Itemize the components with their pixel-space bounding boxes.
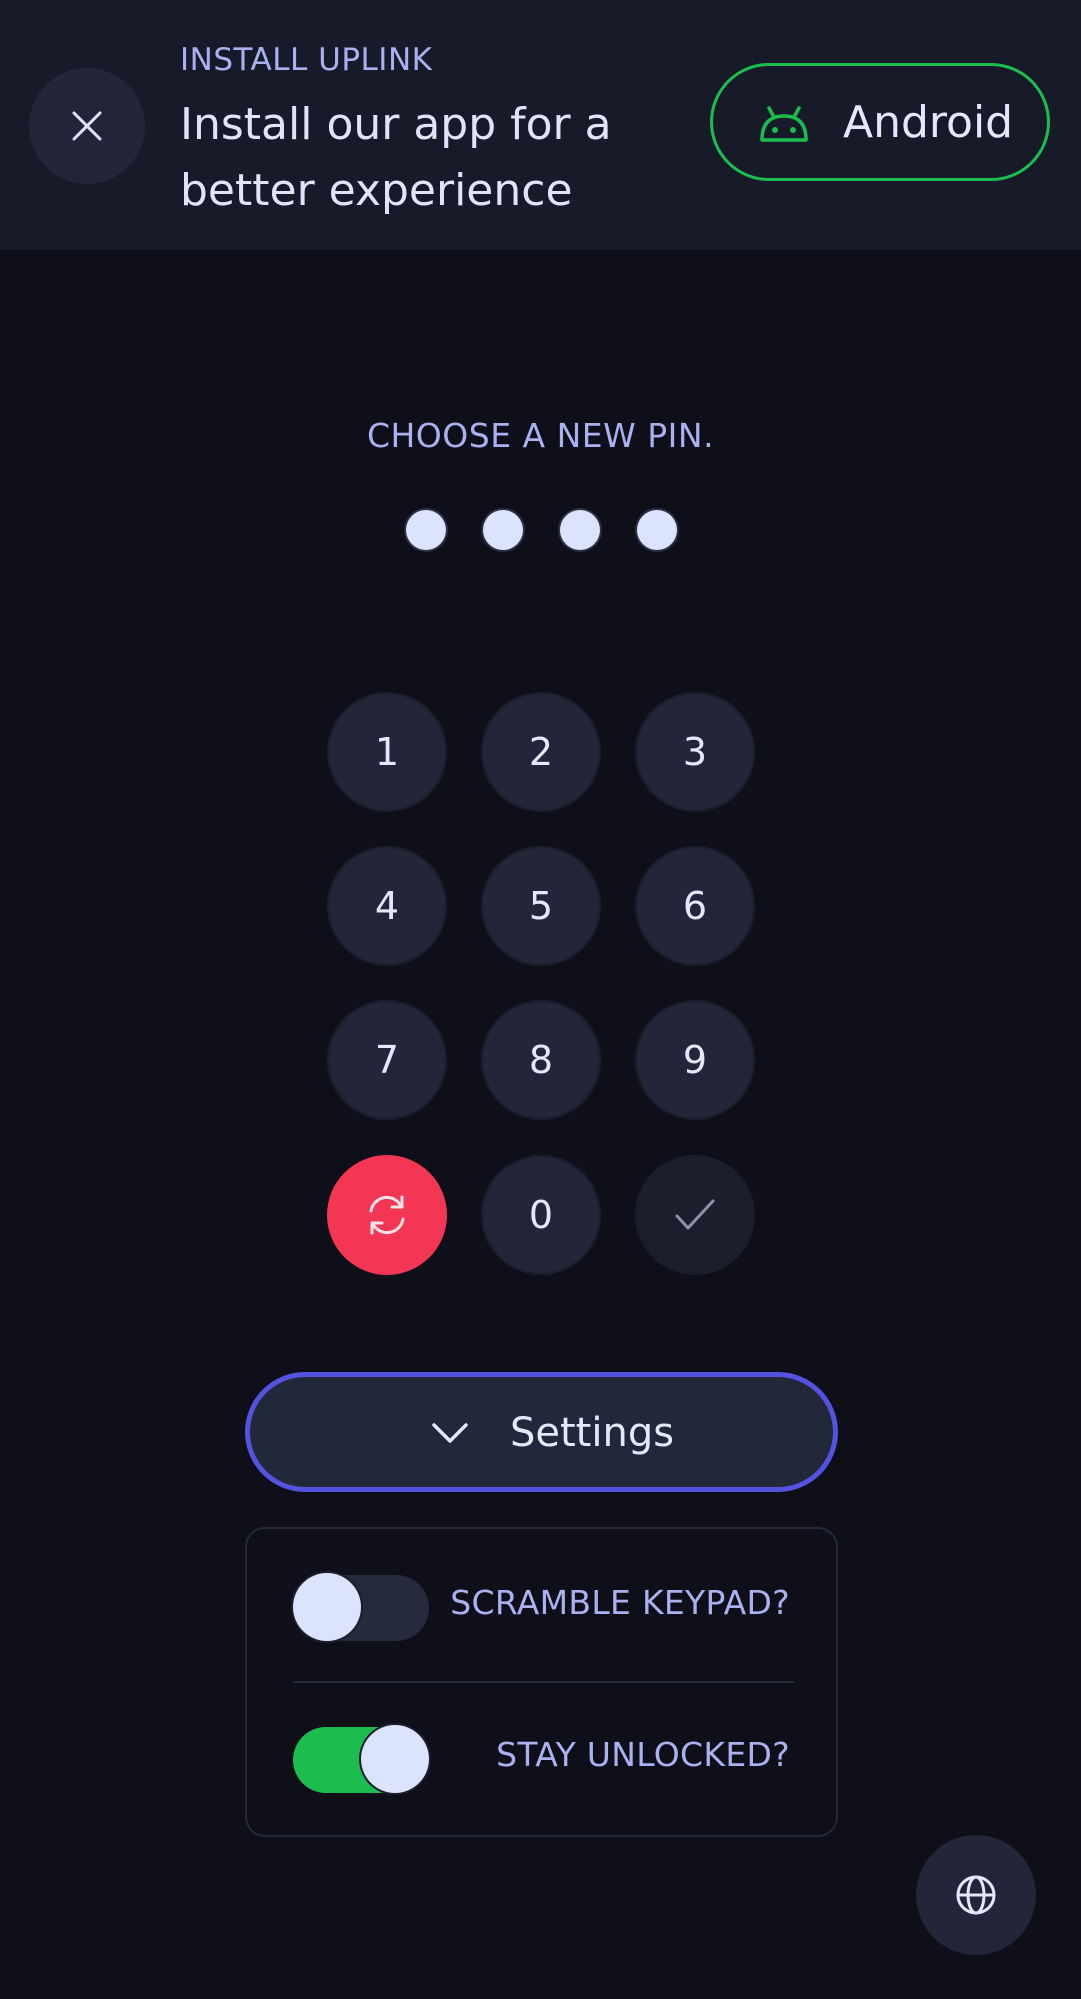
banner-eyebrow: INSTALL UPLINK (180, 42, 433, 78)
android-icon (760, 106, 808, 142)
confirm-pin-button[interactable] (635, 1155, 755, 1275)
globe-icon (956, 1875, 996, 1915)
scramble-keypad-toggle[interactable] (293, 1573, 429, 1641)
pin-dot (560, 510, 600, 550)
pin-dot (637, 510, 677, 550)
key-1[interactable]: 1 (327, 692, 447, 812)
settings-panel: SCRAMBLE KEYPAD? STAY UNLOCKED? (245, 1527, 838, 1837)
check-icon (675, 1199, 715, 1230)
key-9[interactable]: 9 (635, 1000, 755, 1120)
scramble-keypad-label: SCRAMBLE KEYPAD? (450, 1583, 790, 1622)
stay-unlocked-label: STAY UNLOCKED? (496, 1735, 790, 1774)
key-2[interactable]: 2 (481, 692, 601, 812)
key-6[interactable]: 6 (635, 846, 755, 966)
settings-button-label: Settings (510, 1410, 675, 1456)
key-4[interactable]: 4 (327, 846, 447, 966)
chevron-down-icon (432, 1423, 468, 1443)
toggle-knob (293, 1573, 361, 1641)
key-3[interactable]: 3 (635, 692, 755, 812)
pin-dot (483, 510, 523, 550)
android-button-label: Android (843, 97, 1014, 148)
close-icon (72, 111, 102, 141)
language-button[interactable] (916, 1835, 1036, 1955)
install-banner: INSTALL UPLINK Install our app for a bet… (0, 0, 1081, 250)
toggle-knob (361, 1725, 429, 1793)
settings-button[interactable]: Settings (245, 1372, 838, 1492)
close-banner-button[interactable] (29, 68, 145, 184)
banner-title: Install our app for a better experience (180, 99, 612, 216)
android-install-button[interactable]: Android (710, 63, 1050, 181)
refresh-icon (369, 1195, 405, 1235)
key-5[interactable]: 5 (481, 846, 601, 966)
key-0[interactable]: 0 (481, 1155, 601, 1275)
pin-dot (406, 510, 446, 550)
stay-unlocked-toggle[interactable] (293, 1725, 429, 1793)
key-7[interactable]: 7 (327, 1000, 447, 1120)
reset-pin-button[interactable] (327, 1155, 447, 1275)
key-8[interactable]: 8 (481, 1000, 601, 1120)
pin-prompt: CHOOSE A NEW PIN. (366, 416, 715, 455)
pin-setup-screen: INSTALL UPLINK Install our app for a bet… (0, 0, 1081, 1999)
settings-divider (293, 1681, 794, 1683)
